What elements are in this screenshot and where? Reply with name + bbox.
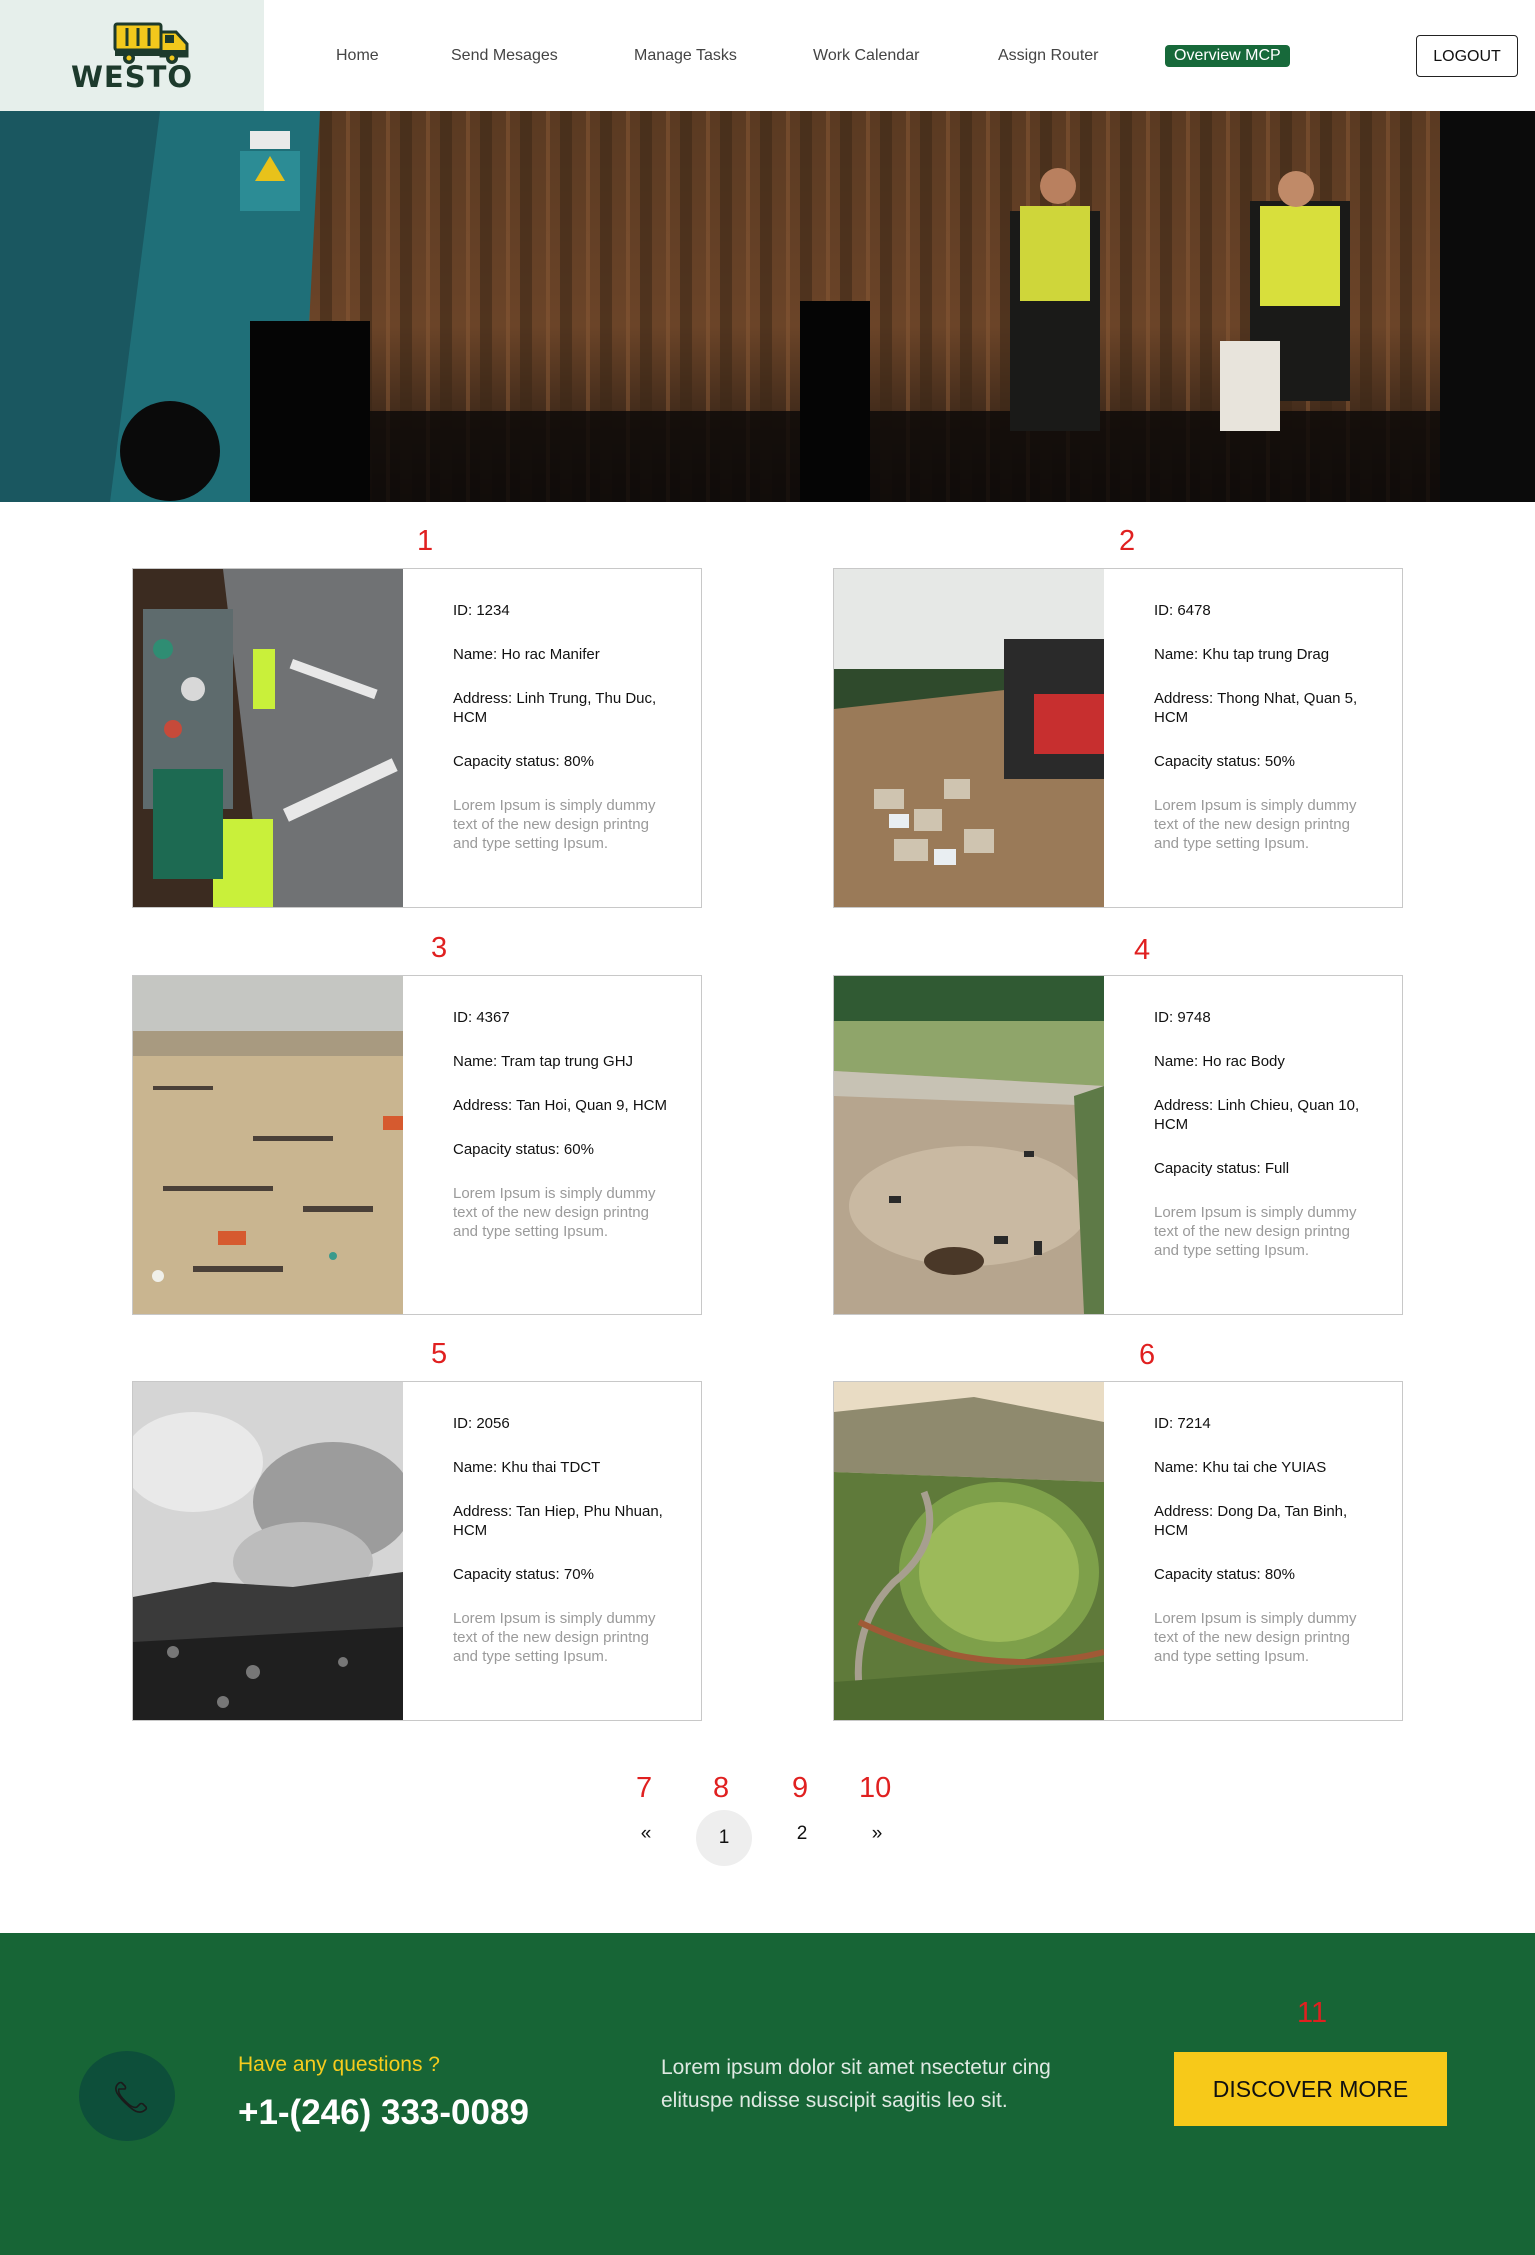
card-name: Name: Ho rac Body <box>1154 1053 1285 1070</box>
footer: Have any questions ? +1-(246) 333-0089 L… <box>0 1933 1535 2255</box>
card-address: Address: Thong Nhat, Quan 5, HCM <box>1154 690 1358 726</box>
nav-send-messages[interactable]: Send Mesages <box>451 44 558 68</box>
card-details: ID: 6478 Name: Khu tap trung Drag Addres… <box>1154 601 1374 853</box>
annotation-6: 6 <box>1139 1339 1156 1371</box>
card-id: ID: 2056 <box>453 1415 510 1432</box>
mcp-card[interactable]: ID: 2056 Name: Khu thai TDCT Address: Ta… <box>132 1381 702 1721</box>
annotation-7: 7 <box>636 1772 653 1804</box>
card-address: Address: Dong Da, Tan Binh, HCM <box>1154 1503 1348 1539</box>
card-details: ID: 4367 Name: Tram tap trung GHJ Addres… <box>453 1008 673 1241</box>
card-capacity: Capacity status: 70% <box>453 1566 594 1583</box>
card-name: Name: Tram tap trung GHJ <box>453 1053 634 1070</box>
annotation-8: 8 <box>713 1772 730 1804</box>
annotation-10: 10 <box>859 1772 892 1804</box>
card-id: ID: 7214 <box>1154 1415 1211 1432</box>
nav-assign-router[interactable]: Assign Router <box>998 44 1099 68</box>
nav-home[interactable]: Home <box>336 44 379 68</box>
card-capacity: Capacity status: 80% <box>453 753 594 770</box>
card-description: Lorem Ipsum is simply dummy text of the … <box>1154 1204 1357 1259</box>
pagination-page-1[interactable]: 1 <box>696 1810 752 1866</box>
nav-manage-tasks[interactable]: Manage Tasks <box>634 44 737 68</box>
pagination-prev[interactable]: « <box>618 1806 674 1862</box>
card-id: ID: 9748 <box>1154 1009 1211 1026</box>
phone-icon <box>115 2081 148 2113</box>
card-description: Lorem Ipsum is simply dummy text of the … <box>453 1185 656 1240</box>
card-name: Name: Khu tai che YUIAS <box>1154 1459 1327 1476</box>
logout-button[interactable]: LOGOUT <box>1416 35 1518 77</box>
annotation-5: 5 <box>431 1338 448 1370</box>
card-name: Name: Khu thai TDCT <box>453 1459 601 1476</box>
card-capacity: Capacity status: 80% <box>1154 1566 1295 1583</box>
card-image <box>834 1382 1104 1720</box>
card-image <box>834 976 1104 1314</box>
card-name: Name: Khu tap trung Drag <box>1154 646 1330 663</box>
card-image <box>834 569 1104 907</box>
nav-overview-mcp[interactable]: Overview MCP <box>1165 45 1290 67</box>
card-id: ID: 4367 <box>453 1009 510 1026</box>
main-nav: Home Send Mesages Manage Tasks Work Cale… <box>0 44 1535 68</box>
card-capacity: Capacity status: 50% <box>1154 753 1295 770</box>
card-details: ID: 2056 Name: Khu thai TDCT Address: Ta… <box>453 1414 673 1666</box>
card-description: Lorem Ipsum is simply dummy text of the … <box>453 1610 656 1665</box>
card-image <box>133 976 403 1314</box>
annotation-11: 11 <box>1297 1997 1328 2029</box>
card-image <box>133 569 403 907</box>
mcp-card[interactable]: ID: 4367 Name: Tram tap trung GHJ Addres… <box>132 975 702 1315</box>
annotation-9: 9 <box>792 1772 809 1804</box>
card-id: ID: 6478 <box>1154 602 1211 619</box>
phone-icon-circle[interactable] <box>79 2051 175 2141</box>
annotation-2: 2 <box>1119 525 1136 557</box>
card-address: Address: Tan Hoi, Quan 9, HCM <box>453 1097 667 1114</box>
annotation-1: 1 <box>417 525 434 557</box>
card-capacity: Capacity status: Full <box>1154 1160 1290 1177</box>
card-description: Lorem Ipsum is simply dummy text of the … <box>1154 1610 1357 1665</box>
phone-number[interactable]: +1-(246) 333-0089 <box>238 2093 529 2133</box>
nav-work-calendar[interactable]: Work Calendar <box>813 44 919 68</box>
hero-image <box>0 111 1535 502</box>
mcp-card[interactable]: ID: 9748 Name: Ho rac Body Address: Linh… <box>833 975 1403 1315</box>
annotation-3: 3 <box>431 932 448 964</box>
pagination-page-2[interactable]: 2 <box>774 1806 830 1862</box>
hero-photo <box>0 111 1535 502</box>
site-header: WESTO Home Send Mesages Manage Tasks Wor… <box>0 0 1535 111</box>
card-details: ID: 1234 Name: Ho rac Manifer Address: L… <box>453 601 673 853</box>
card-name: Name: Ho rac Manifer <box>453 646 600 663</box>
footer-text: Lorem ipsum dolor sit amet nsectetur cin… <box>661 2056 1051 2112</box>
pagination-next[interactable]: » <box>849 1806 905 1862</box>
questions-label: Have any questions ? <box>238 2053 440 2076</box>
card-description: Lorem Ipsum is simply dummy text of the … <box>1154 797 1357 852</box>
mcp-card[interactable]: ID: 6478 Name: Khu tap trung Drag Addres… <box>833 568 1403 908</box>
card-details: ID: 7214 Name: Khu tai che YUIAS Address… <box>1154 1414 1374 1666</box>
card-id: ID: 1234 <box>453 602 510 619</box>
mcp-card[interactable]: ID: 1234 Name: Ho rac Manifer Address: L… <box>132 568 702 908</box>
discover-more-button[interactable]: DISCOVER MORE <box>1174 2052 1447 2126</box>
card-address: Address: Linh Chieu, Quan 10, HCM <box>1154 1097 1360 1133</box>
mcp-card[interactable]: ID: 7214 Name: Khu tai che YUIAS Address… <box>833 1381 1403 1721</box>
card-address: Address: Tan Hiep, Phu Nhuan, HCM <box>453 1503 663 1539</box>
annotation-4: 4 <box>1134 934 1151 966</box>
card-details: ID: 9748 Name: Ho rac Body Address: Linh… <box>1154 1008 1374 1260</box>
card-description: Lorem Ipsum is simply dummy text of the … <box>453 797 656 852</box>
card-address: Address: Linh Trung, Thu Duc, HCM <box>453 690 657 726</box>
card-image <box>133 1382 403 1720</box>
card-capacity: Capacity status: 60% <box>453 1141 594 1158</box>
